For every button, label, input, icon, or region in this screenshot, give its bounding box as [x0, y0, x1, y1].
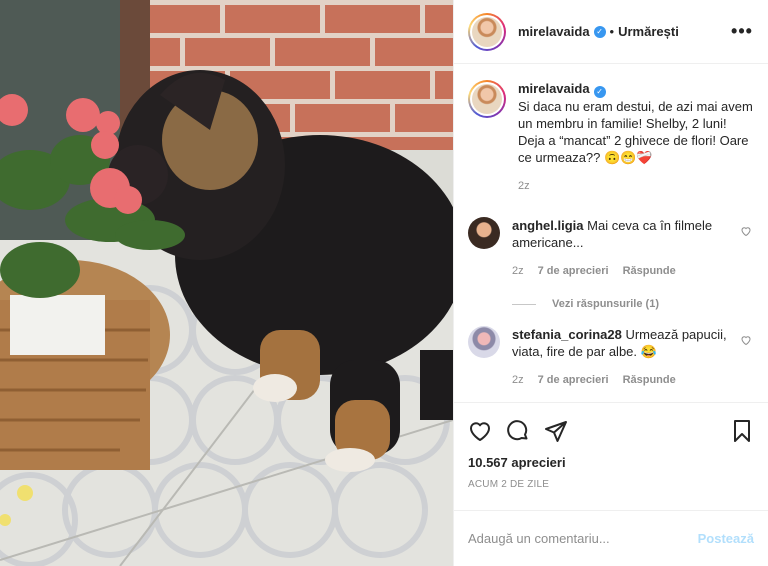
- avatar[interactable]: [468, 217, 500, 249]
- heart-icon[interactable]: [738, 217, 754, 280]
- separator: •: [609, 24, 615, 39]
- comment-icon[interactable]: [506, 419, 530, 443]
- view-replies-label: Vezi răspunsurile (1): [552, 298, 659, 310]
- more-icon[interactable]: •••: [730, 21, 754, 42]
- comment-item: anghel.ligia Mai ceva ca în filmele amer…: [468, 217, 754, 280]
- likes-count[interactable]: 10.567 aprecieri: [468, 455, 754, 470]
- comment-time[interactable]: 2z: [512, 372, 524, 389]
- avatar: [472, 84, 502, 114]
- caption: mirelavaida ✓ Si daca nu eram destui, de …: [468, 80, 754, 195]
- add-comment-bar: Postează: [454, 510, 768, 566]
- view-replies-button[interactable]: Vezi răspunsurile (1): [512, 298, 754, 310]
- comment-time[interactable]: 2z: [512, 263, 524, 280]
- comment-input[interactable]: [468, 531, 698, 546]
- instagram-post-view: mirelavaida ✓ • Urmărești ••• mirelavaid…: [0, 0, 768, 566]
- post-button[interactable]: Postează: [698, 531, 754, 546]
- post-header: mirelavaida ✓ • Urmărești •••: [454, 0, 768, 64]
- reply-button[interactable]: Răspunde: [623, 263, 676, 280]
- post-photo[interactable]: [0, 0, 453, 566]
- comment-username[interactable]: anghel.ligia: [512, 218, 584, 233]
- post-time[interactable]: ACUM 2 DE ZILE: [468, 479, 754, 490]
- heart-icon[interactable]: [738, 326, 754, 389]
- post-side-panel: mirelavaida ✓ • Urmărești ••• mirelavaid…: [453, 0, 768, 566]
- puppy-photo: [0, 0, 453, 566]
- comment-item: stefania_corina28 Urmează papucii, viata…: [468, 326, 754, 389]
- comment-likes[interactable]: 7 de aprecieri: [538, 263, 609, 280]
- comment-likes[interactable]: 7 de aprecieri: [538, 372, 609, 389]
- following-button[interactable]: Urmărești: [618, 24, 679, 39]
- comment-username[interactable]: stefania_corina28: [512, 327, 622, 342]
- bookmark-icon[interactable]: [730, 419, 754, 443]
- story-ring[interactable]: [468, 12, 506, 51]
- caption-time[interactable]: 2z: [518, 178, 754, 195]
- avatar[interactable]: [468, 326, 500, 358]
- comments-list[interactable]: mirelavaida ✓ Si daca nu eram destui, de …: [454, 64, 768, 402]
- post-actions: 10.567 aprecieri ACUM 2 DE ZILE: [454, 402, 768, 510]
- caption-username[interactable]: mirelavaida: [518, 81, 590, 96]
- share-icon[interactable]: [544, 419, 568, 443]
- verified-icon: ✓: [593, 25, 606, 38]
- divider: [512, 303, 536, 305]
- author-username[interactable]: mirelavaida: [518, 24, 590, 39]
- reply-button[interactable]: Răspunde: [623, 372, 676, 389]
- caption-text: Si daca nu eram destui, de azi mai avem …: [518, 99, 753, 165]
- heart-icon[interactable]: [468, 419, 492, 443]
- avatar[interactable]: [472, 16, 502, 47]
- verified-icon: ✓: [593, 86, 606, 98]
- caption-avatar[interactable]: [468, 80, 506, 118]
